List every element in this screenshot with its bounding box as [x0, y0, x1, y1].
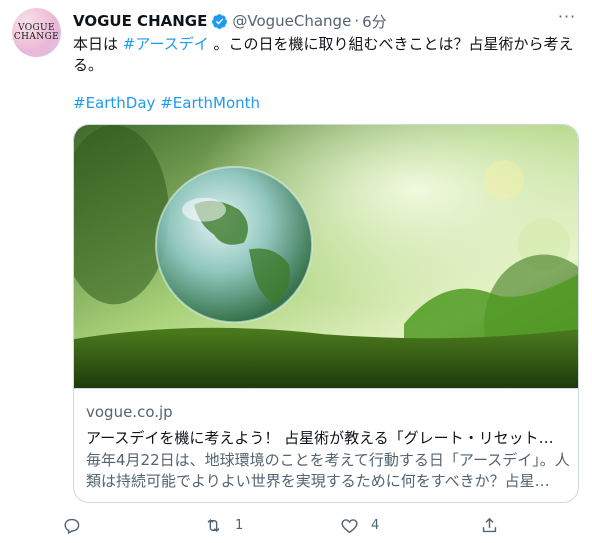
hashtag-link-earthmonth[interactable]: #EarthMonth — [160, 94, 260, 112]
retweet-button[interactable]: 1 — [204, 511, 243, 539]
hashtag-link-earthday[interactable]: #EarthDay — [73, 94, 155, 112]
user-handle[interactable]: @VogueChange — [232, 12, 351, 30]
like-button[interactable]: 4 — [340, 511, 379, 539]
timestamp[interactable]: 6分 — [362, 11, 387, 32]
separator-dot: · — [354, 12, 360, 30]
card-description: 毎年4月22日は、地球環境のことを考えて行動する日「アースデイ」。人類は持続可能… — [86, 451, 570, 490]
more-options-icon[interactable]: ··· — [556, 9, 578, 28]
tweet-actions-bar: 1 4 — [62, 511, 512, 539]
card-domain: vogue.co.jp — [86, 403, 173, 421]
avatar-text-line2: CHANGE — [13, 31, 60, 42]
reply-button[interactable] — [62, 511, 81, 539]
hashtag-line: #EarthDay #EarthMonth — [73, 93, 260, 113]
card-image-glass-globe-on-moss — [74, 125, 578, 389]
avatar[interactable]: VOGUE CHANGE — [12, 8, 61, 57]
share-button[interactable] — [480, 511, 499, 539]
retweet-count: 1 — [235, 517, 244, 533]
verified-badge-icon — [212, 13, 228, 29]
display-name[interactable]: VOGUE CHANGE — [73, 12, 207, 30]
heart-icon — [341, 518, 358, 533]
hashtag-link-earthday-jp[interactable]: #アースデイ — [123, 35, 209, 53]
tweet-header: VOGUE CHANGE @VogueChange · 6分 — [73, 10, 387, 32]
like-count: 4 — [371, 517, 380, 533]
reply-icon — [64, 518, 80, 534]
share-icon — [482, 517, 497, 532]
tweet-text: 本日は #アースデイ 。この日を機に取り組むべきことは？占星術から考える。 — [73, 34, 578, 76]
card-title: アースデイを機に考えよう！ 占星術が教える「グレート・リセット」… — [86, 429, 566, 447]
link-preview-card[interactable]: vogue.co.jp アースデイを機に考えよう！ 占星術が教える「グレート・リ… — [73, 124, 579, 503]
retweet-icon — [207, 518, 220, 532]
tweet-text-start: 本日は — [73, 35, 123, 53]
